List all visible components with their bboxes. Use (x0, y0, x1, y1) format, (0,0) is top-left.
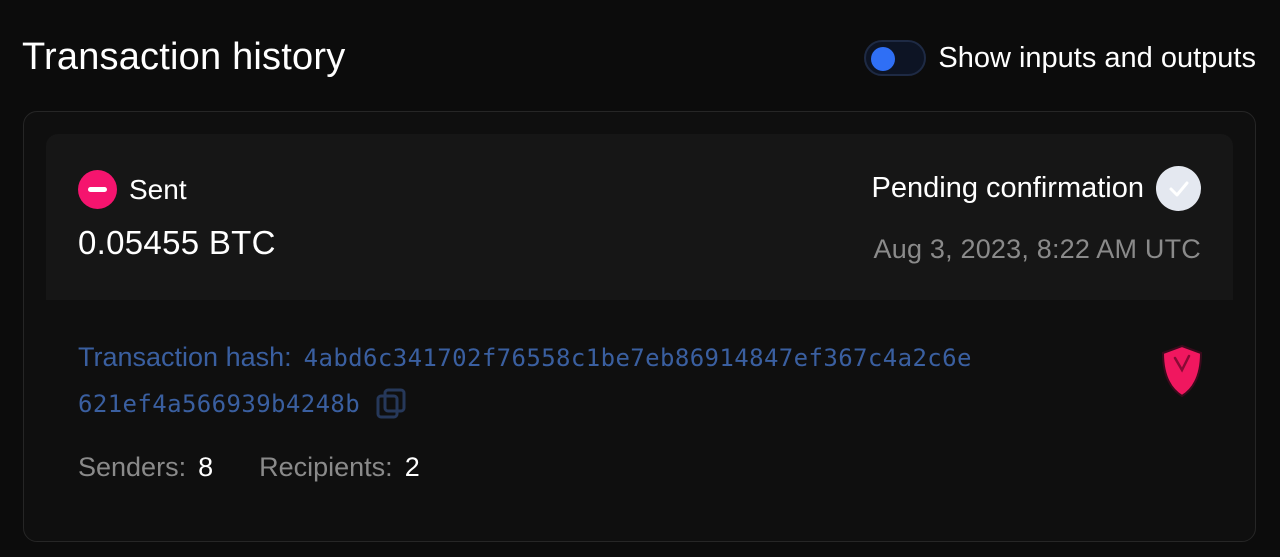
check-circle-icon (1156, 166, 1201, 211)
transaction-status: Pending confirmation (872, 166, 1201, 211)
transaction-header: Sent 0.05455 BTC Pending confirmation Au… (46, 134, 1233, 300)
status-label: Pending confirmation (871, 172, 1144, 204)
minus-circle-icon (78, 170, 117, 209)
hash-value-line1[interactable]: 4abd6c341702f76558c1be7eb86914847ef367c4… (304, 344, 972, 372)
senders-count: 8 (198, 452, 214, 482)
shield-icon[interactable] (1159, 344, 1205, 398)
hash-label: Transaction hash: (78, 342, 292, 372)
recipients-count: 2 (404, 452, 420, 482)
toggle-label[interactable]: Show inputs and outputs (938, 42, 1256, 75)
copy-icon[interactable] (374, 387, 408, 421)
transaction-card: Sent 0.05455 BTC Pending confirmation Au… (23, 111, 1256, 542)
transaction-hash: Transaction hash: 4abd6c341702f76558c1be… (78, 342, 1148, 421)
hash-value-line2[interactable]: 621ef4a566939b4248b (78, 390, 360, 418)
page-title: Transaction history (22, 36, 346, 78)
participants-counts: Senders: 8 Recipients: 2 (78, 452, 420, 483)
transaction-history-page: Transaction history Show inputs and outp… (0, 0, 1280, 557)
recipients-label: Recipients: (259, 452, 393, 482)
toggle-knob[interactable] (871, 47, 896, 71)
transaction-type-label: Sent (129, 173, 187, 205)
transaction-timestamp: Aug 3, 2023, 8:22 AM UTC (873, 234, 1201, 264)
transaction-type: Sent (78, 170, 187, 209)
show-inputs-outputs-toggle[interactable] (864, 40, 927, 76)
show-inputs-outputs-toggle-row[interactable]: Show inputs and outputs (864, 40, 1256, 76)
senders-label: Senders: (78, 452, 187, 482)
transaction-amount: 0.05455 BTC (78, 224, 276, 261)
